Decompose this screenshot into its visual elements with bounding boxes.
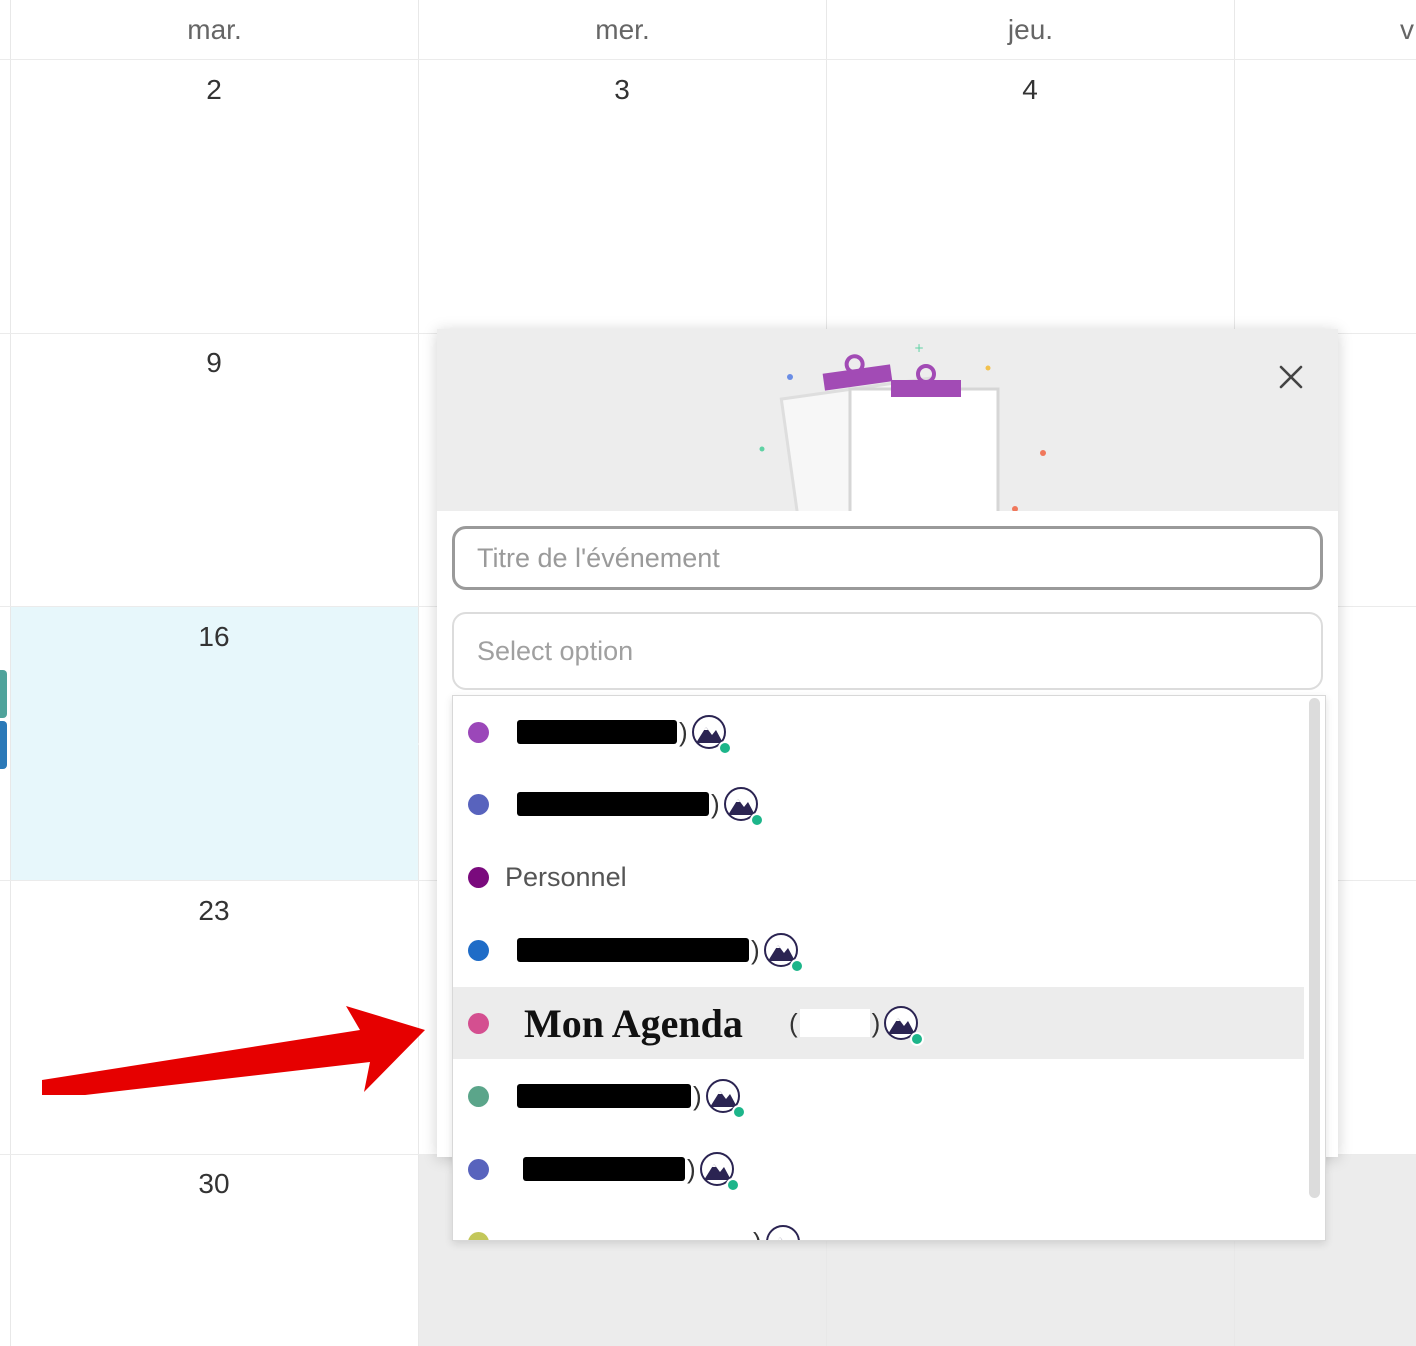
redaction: [517, 1084, 691, 1108]
event-tag[interactable]: [0, 670, 7, 718]
redaction: [799, 1009, 870, 1037]
date-number[interactable]: 9: [184, 347, 244, 379]
calendar-color-dot: [468, 1231, 489, 1240]
weekday-header-tue: mar.: [187, 14, 242, 45]
event-title-input[interactable]: [452, 526, 1323, 590]
clipboard-illustration-icon: +: [759, 341, 1046, 511]
dropdown-option[interactable]: ): [453, 768, 1304, 840]
paren: (: [788, 1007, 798, 1038]
close-icon: [1279, 365, 1303, 389]
weekday-header-thu: jeu.: [1007, 14, 1054, 45]
svg-text:+: +: [914, 341, 924, 355]
grid-line: [418, 0, 419, 1346]
annotation-arrow-icon: [42, 1006, 425, 1095]
online-indicator: [717, 741, 732, 755]
weekday-header-fri: v: [1400, 14, 1414, 45]
paren: ): [711, 788, 720, 819]
paren: ): [751, 934, 760, 965]
calendar-dropdown-list[interactable]: ) ) Personnel ) Mon Agenda ( ))): [452, 695, 1326, 1241]
close-button[interactable]: [1273, 359, 1309, 395]
date-number[interactable]: 23: [184, 895, 244, 927]
online-indicator: [910, 1032, 925, 1046]
online-indicator: [731, 1105, 746, 1119]
calendar-color-dot: [468, 939, 489, 961]
online-indicator: [749, 813, 764, 827]
modal-illustration: +: [437, 329, 1338, 511]
select-placeholder: Select option: [477, 635, 634, 666]
date-number[interactable]: 30: [184, 1168, 244, 1200]
date-number[interactable]: 3: [592, 74, 652, 106]
mountain-avatar-icon: [765, 1225, 800, 1240]
dropdown-option[interactable]: ): [453, 914, 1304, 986]
dropdown-option[interactable]: ): [453, 1133, 1304, 1205]
dropdown-option-personnel[interactable]: Personnel: [453, 841, 1304, 913]
avatar: [699, 1152, 740, 1192]
avatar: [705, 1079, 746, 1119]
calendar-color-dot: [468, 721, 489, 743]
paren: ): [871, 1007, 881, 1038]
dropdown-option[interactable]: ): [453, 1060, 1304, 1132]
calendar-color-dot: [468, 1158, 489, 1180]
avatar: [691, 715, 732, 755]
calendar-color-dot: [468, 866, 489, 888]
paren: ): [687, 1153, 696, 1184]
paren: ): [693, 1080, 702, 1111]
date-number[interactable]: 2: [184, 74, 244, 106]
online-indicator: [789, 959, 804, 973]
redaction: [523, 1157, 685, 1181]
dropdown-option[interactable]: ): [453, 1206, 1304, 1241]
calendar-color-dot: [468, 793, 489, 815]
popover-pointer: [418, 726, 437, 762]
option-label: Mon Agenda: [524, 1000, 743, 1046]
paren: ): [753, 1227, 762, 1241]
online-indicator: [725, 1178, 740, 1192]
redaction: [517, 720, 677, 744]
calendar-color-dot: [468, 1012, 489, 1034]
calendar-select[interactable]: Select option: [452, 612, 1323, 690]
dropdown-option-mon-agenda[interactable]: Mon Agenda ( ): [453, 987, 1304, 1059]
paren: ): [679, 716, 688, 747]
avatar: [723, 787, 764, 827]
dropdown-option[interactable]: ): [453, 696, 1304, 768]
dropdown-scrollbar[interactable]: [1309, 698, 1320, 1198]
avatar: [765, 1225, 800, 1240]
redaction: [517, 792, 709, 816]
weekday-header-wed: mer.: [595, 14, 650, 45]
avatar: [884, 1006, 925, 1046]
event-tag[interactable]: [0, 721, 7, 769]
redaction: [517, 938, 749, 962]
calendar-color-dot: [468, 1085, 489, 1107]
date-number[interactable]: 16: [184, 621, 244, 653]
avatar: [763, 933, 804, 973]
option-label: Personnel: [505, 861, 627, 892]
date-number[interactable]: 4: [1000, 74, 1060, 106]
